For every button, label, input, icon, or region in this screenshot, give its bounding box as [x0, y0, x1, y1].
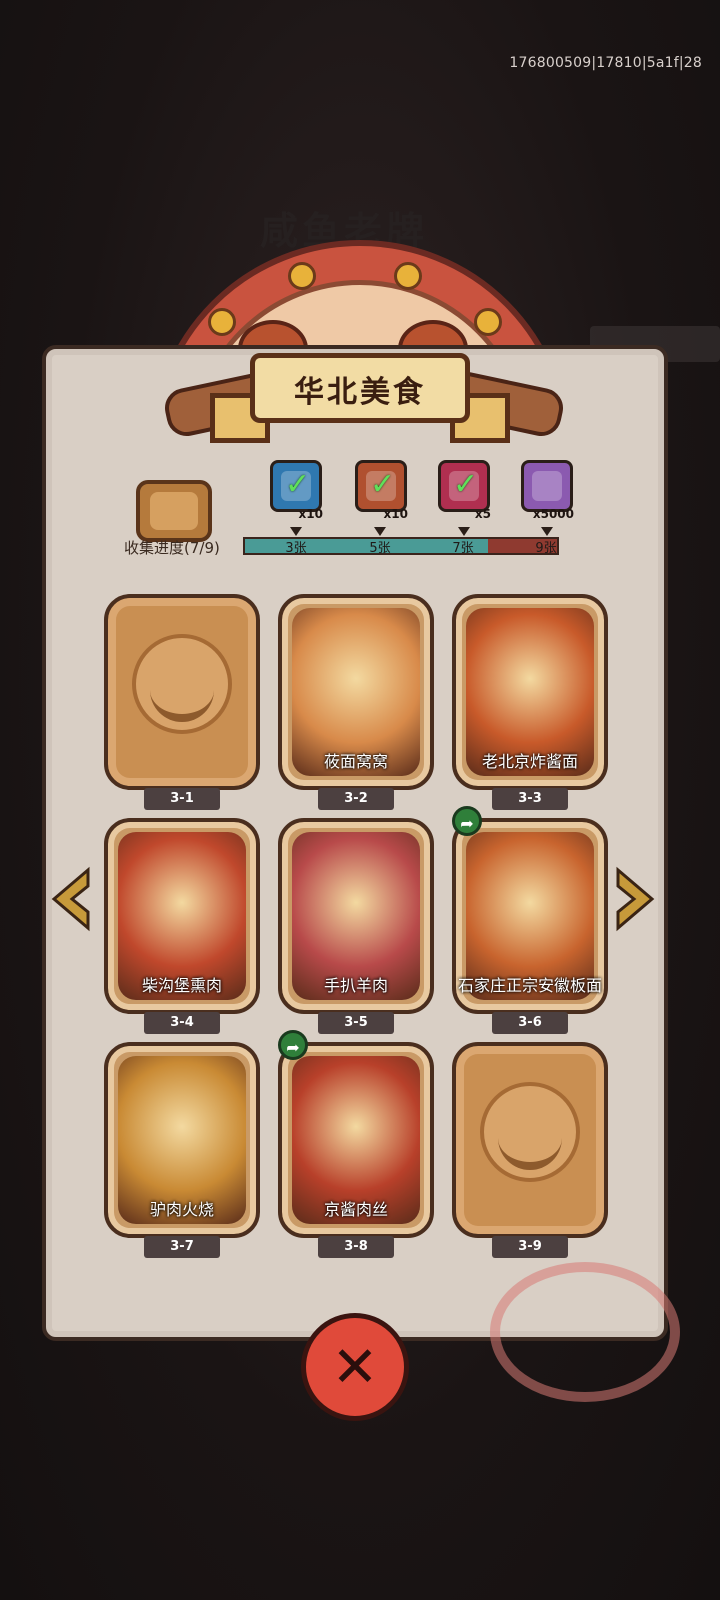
food-card-3-2[interactable]: 莜面窝窝	[278, 594, 434, 790]
close-button[interactable]: ✕	[301, 1313, 409, 1421]
stud-icon	[474, 308, 502, 336]
locked-placeholder-icon	[132, 634, 232, 734]
food-card-3-4[interactable]: 柴沟堡熏肉	[104, 818, 260, 1014]
claimed-check-icon: ✓	[453, 467, 479, 502]
progress-marker	[541, 527, 553, 536]
crystal-icon	[532, 471, 562, 501]
claimed-check-icon: ✓	[370, 467, 396, 502]
card-number-tag: 3-5	[318, 1012, 394, 1034]
collection-book-icon	[136, 480, 212, 542]
milestone-label: 5张	[369, 541, 391, 556]
food-card-3-1[interactable]	[104, 594, 260, 790]
food-card-3-9[interactable]	[452, 1042, 608, 1238]
reward-orb-icon[interactable]: ✓ x5	[438, 460, 491, 521]
progress-marker	[458, 527, 470, 536]
reward-key-icon[interactable]: ✓ x10	[355, 460, 408, 521]
card-number-tag: 3-7	[144, 1236, 220, 1258]
card-number-tag: 3-8	[318, 1236, 394, 1258]
food-name: 柴沟堡熏肉	[141, 976, 222, 995]
claimed-check-icon: ✓	[285, 467, 311, 502]
card-number-tag: 3-4	[144, 1012, 220, 1034]
milestone-label: 9张	[535, 541, 557, 556]
food-card-3-6[interactable]: 石家庄正宗安徽板面	[452, 818, 608, 1014]
food-name: 老北京炸酱面	[481, 752, 578, 771]
stud-icon	[394, 262, 422, 290]
reward-quantity: x10	[298, 507, 323, 521]
food-name: 京酱肉丝	[323, 1200, 388, 1219]
progress-marker	[374, 527, 386, 536]
panel-title: 华北美食	[294, 375, 426, 410]
share-icon[interactable]: ➦	[278, 1030, 308, 1060]
food-card-3-8[interactable]: 京酱肉丝	[278, 1042, 434, 1238]
card-number-tag: 3-2	[318, 788, 394, 810]
food-name: 手扒羊肉	[323, 976, 388, 995]
card-number-tag: 3-1	[144, 788, 220, 810]
card-number-tag: 3-9	[492, 1236, 568, 1258]
stamp-decoration	[490, 1262, 680, 1402]
progress-marker	[290, 527, 302, 536]
debug-info: 176800509|17810|5a1f|28	[509, 55, 702, 71]
card-number-tag: 3-6	[492, 1012, 568, 1034]
milestone-label: 7张	[452, 541, 474, 556]
food-card-3-7[interactable]: 驴肉火烧	[104, 1042, 260, 1238]
arrow-left-icon[interactable]	[48, 866, 92, 932]
food-name: 莜面窝窝	[323, 752, 388, 771]
progress-label: 收集进度(7/9)	[124, 539, 220, 557]
food-card-3-5[interactable]: 手扒羊肉	[278, 818, 434, 1014]
food-name: 驴肉火烧	[149, 1200, 214, 1219]
stud-icon	[208, 308, 236, 336]
card-number-tag: 3-3	[492, 788, 568, 810]
reward-chest-icon[interactable]: ✓ x10	[270, 460, 323, 521]
share-icon[interactable]: ➦	[452, 806, 482, 836]
locked-placeholder-icon	[480, 1082, 580, 1182]
close-x-icon: ✕	[331, 1335, 379, 1400]
reward-quantity: x5	[474, 507, 491, 521]
milestone-label: 3张	[285, 541, 307, 556]
reward-quantity: x5000	[532, 507, 574, 521]
food-name: 石家庄正宗安徽板面	[457, 976, 602, 995]
reward-crystal-icon[interactable]: x5000	[521, 460, 574, 521]
reward-quantity: x10	[383, 507, 408, 521]
arrow-right-icon[interactable]	[614, 866, 658, 932]
food-card-3-3[interactable]: 老北京炸酱面	[452, 594, 608, 790]
stud-icon	[288, 262, 316, 290]
